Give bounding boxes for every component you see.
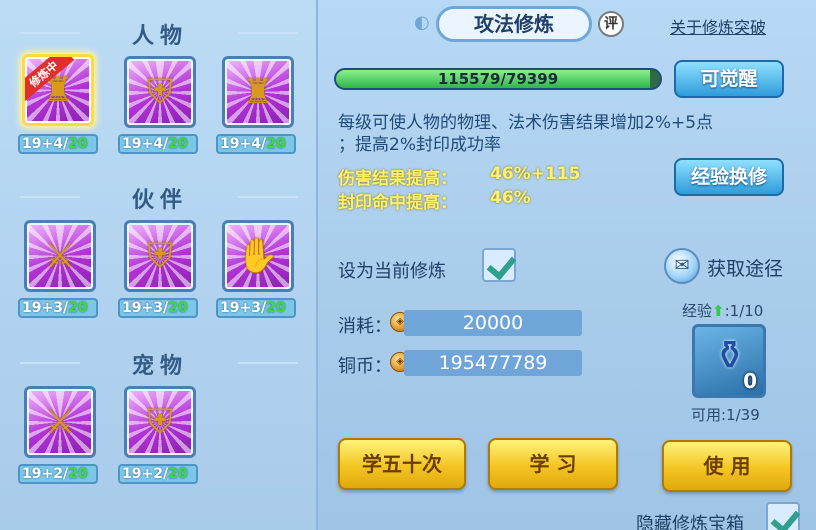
page-title: 攻法修炼 — [436, 6, 592, 42]
up-arrow-icon: ⬆ — [712, 302, 725, 320]
skill-description: 每级可使人物的物理、法术伤害结果增加2%+5点 ；提高2%封印成功率 — [338, 113, 714, 155]
shield-warrior-icon: ⛨ — [147, 72, 173, 112]
exp-exchange-button[interactable]: 经验换修 — [674, 158, 784, 196]
cost-label: 消耗： — [338, 316, 392, 337]
skill-tile-pet-2[interactable]: ⛨ — [124, 386, 196, 458]
exp-progress-bar: 115579/79399 — [334, 68, 662, 90]
lion-shield-icon: ⛨ — [147, 236, 173, 276]
section-title-partner: 伙伴 — [131, 188, 188, 213]
level-label: 19+2/20 — [18, 464, 98, 484]
learn-button[interactable]: 学 习 — [488, 438, 618, 490]
section-title-pet: 宠物 — [131, 354, 188, 379]
skill-tile-partner-2[interactable]: ⛨ — [124, 220, 196, 292]
level-label: 19+3/20 — [18, 298, 98, 318]
level-label: 19+3/20 — [216, 298, 296, 318]
coins-label: 铜币： — [338, 356, 392, 377]
vase-icon: ⚱ — [713, 333, 747, 379]
level-label: 19+4/20 — [118, 134, 198, 154]
acquire-icon[interactable]: ✉ — [664, 248, 700, 284]
effect-damage: 伤害结果提高： 46%+115 — [338, 164, 581, 189]
awaken-button[interactable]: 可觉醒 — [674, 60, 784, 98]
divider — [20, 196, 80, 198]
skill-tile-character-3[interactable]: ♜ — [222, 56, 294, 128]
skill-tile-character-1[interactable]: ♜ 修炼中 — [22, 54, 94, 126]
divider — [238, 196, 298, 198]
cultivation-window: 人物 ♜ 修炼中 19+4/20 ⛨ 19+4/20 ♜ 19+4/20 伙伴 … — [0, 0, 816, 530]
cat-sword-icon: ⚔ — [44, 402, 76, 442]
set-current-checkbox[interactable] — [482, 248, 516, 282]
level-label: 19+4/20 — [216, 134, 296, 154]
level-label: 19+2/20 — [118, 464, 198, 484]
skill-tile-character-2[interactable]: ⛨ — [124, 56, 196, 128]
lion-glove-icon: ✋ — [236, 236, 280, 276]
coins-value: 195477789 — [404, 350, 582, 376]
hide-box-checkbox[interactable] — [766, 502, 800, 530]
rating-button[interactable]: 评 — [598, 11, 624, 37]
acquire-link[interactable]: 获取途径 — [707, 254, 783, 281]
divider — [238, 362, 298, 364]
learn-fifty-button[interactable]: 学五十次 — [338, 438, 466, 490]
set-current-label: 设为当前修炼 — [338, 261, 446, 282]
level-label: 19+4/20 — [18, 134, 98, 154]
available-count: 可用:1/39 — [691, 406, 760, 424]
section-title-character: 人物 — [131, 24, 188, 49]
category-sidebar: 人物 ♜ 修炼中 19+4/20 ⛨ 19+4/20 ♜ 19+4/20 伙伴 … — [0, 0, 318, 530]
item-count: 0 — [743, 369, 757, 393]
divider — [20, 32, 80, 34]
cat-shield-icon: ⛨ — [147, 402, 173, 442]
exp-item-label: 经验⬆:1/10 — [682, 302, 764, 320]
skill-tile-partner-1[interactable]: ⚔ — [24, 220, 96, 292]
effect-seal: 封印命中提高： 46% — [338, 188, 531, 213]
use-button[interactable]: 使 用 — [662, 440, 792, 492]
exp-vase-item-slot[interactable]: ⚱ 0 — [692, 324, 766, 398]
lion-sword-icon: ⚔ — [44, 236, 76, 276]
divider — [238, 32, 298, 34]
exp-progress-text: 115579/79399 — [437, 70, 559, 88]
hide-box-label: 隐藏修炼宝箱 — [636, 514, 744, 530]
skill-tile-partner-3[interactable]: ✋ — [222, 220, 294, 292]
breakthrough-info-link[interactable]: 关于修炼突破 — [670, 14, 766, 38]
level-label: 19+3/20 — [118, 298, 198, 318]
swirl-ornament-icon: ◐ — [414, 12, 430, 33]
cost-value: 20000 — [404, 310, 582, 336]
divider — [20, 362, 80, 364]
helmet-warrior-icon: ♜ — [242, 72, 274, 112]
skill-tile-pet-1[interactable]: ⚔ — [24, 386, 96, 458]
